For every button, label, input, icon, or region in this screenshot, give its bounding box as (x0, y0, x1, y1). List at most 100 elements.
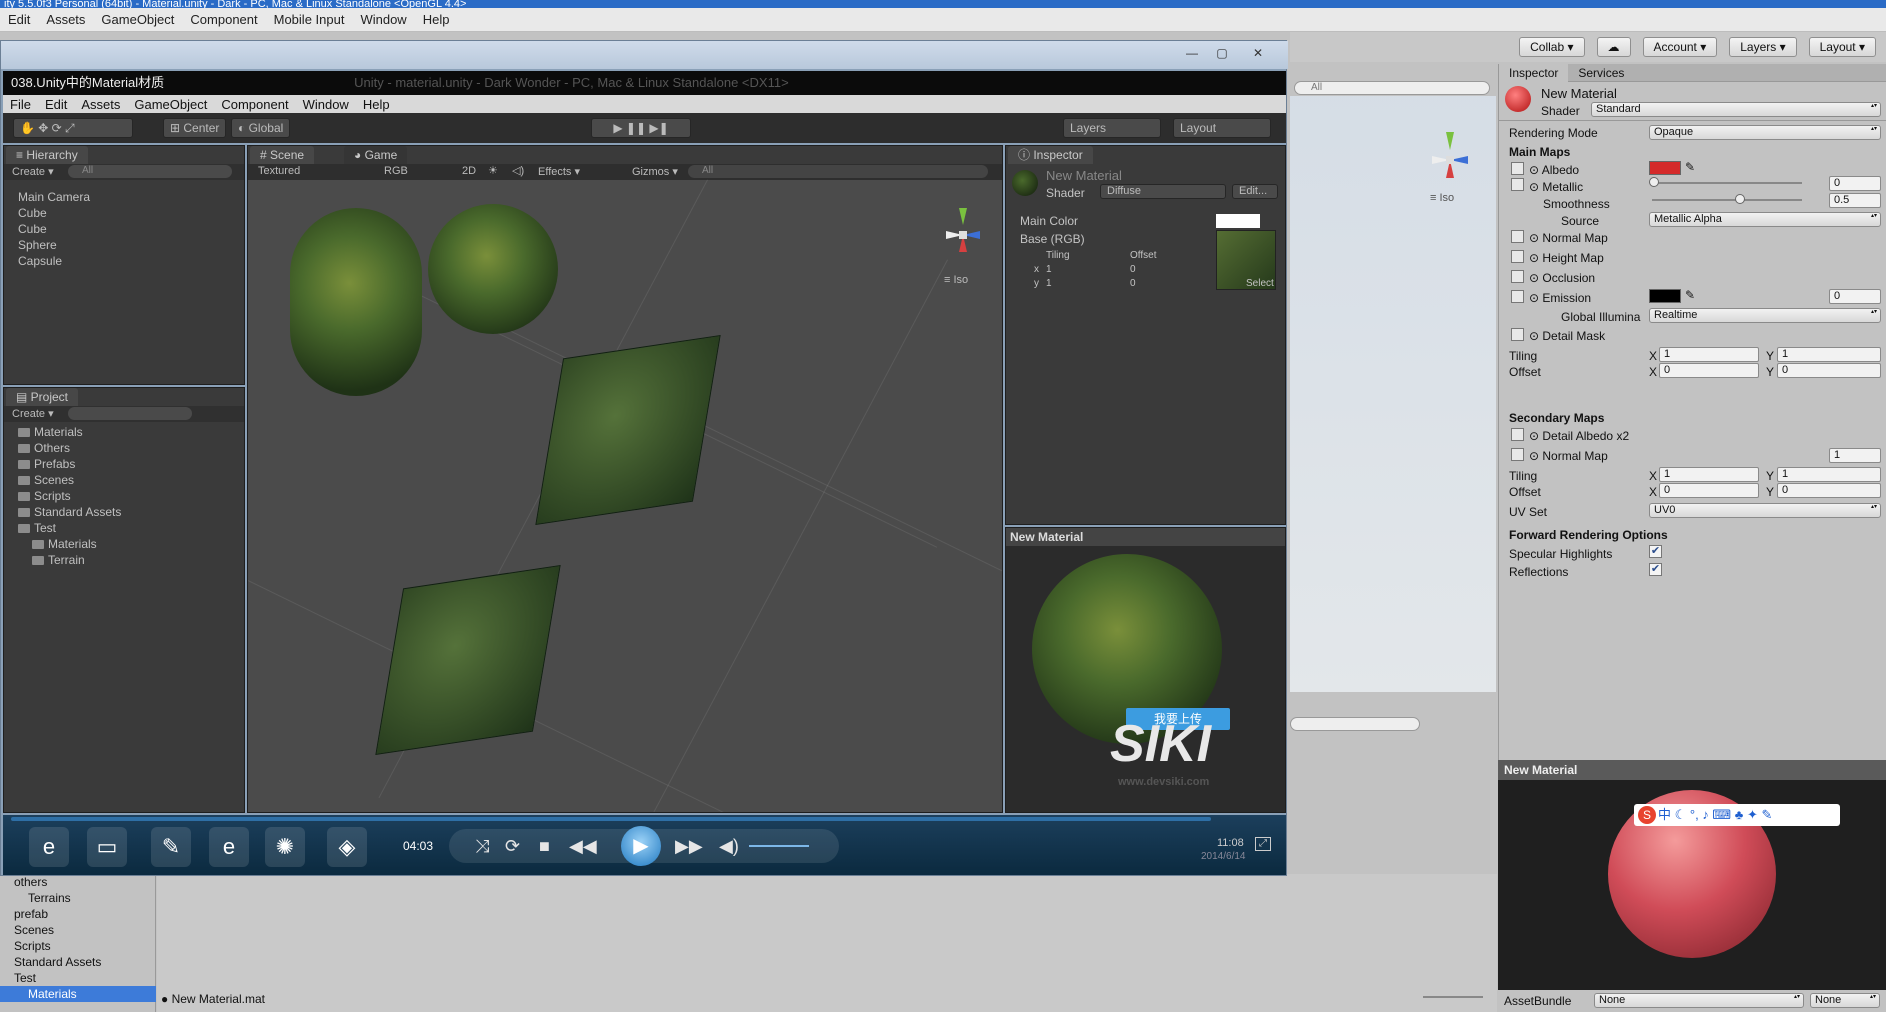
metallic-slider-handle[interactable] (1649, 177, 1659, 187)
occlusion-slot[interactable] (1511, 270, 1524, 283)
smoothness-slider[interactable] (1652, 199, 1802, 201)
pen-icon[interactable]: ✎ (151, 827, 191, 867)
maximize-button[interactable]: ▢ (1211, 46, 1233, 62)
scene-iso-label[interactable]: ≡ Iso (1430, 192, 1454, 204)
center-toggle[interactable]: ⊞ Center (163, 118, 227, 138)
minimize-button[interactable]: — (1181, 46, 1203, 62)
hierarchy-capsule[interactable]: Capsule (18, 254, 62, 268)
vfolder-materials[interactable]: Materials (34, 425, 83, 439)
unity-icon[interactable]: ◈ (327, 827, 367, 867)
play-controls[interactable]: ▶ ❚❚ ▶❚ (591, 118, 691, 138)
tab-services[interactable]: Services (1568, 64, 1634, 82)
assetbundle-variant-dropdown[interactable]: None (1810, 993, 1880, 1008)
folder-prefab[interactable]: prefab (0, 906, 156, 922)
scene-iso-dark[interactable]: ≡ Iso (944, 274, 968, 286)
layers-button[interactable]: Layers ▾ (1729, 37, 1797, 57)
sphere-object[interactable] (428, 204, 558, 334)
vmain-color-swatch[interactable] (1216, 214, 1260, 228)
voffset-y-value[interactable]: 0 (1130, 278, 1136, 289)
vmenu-component[interactable]: Component (214, 97, 295, 112)
vmenu-edit[interactable]: Edit (38, 97, 74, 112)
stop-icon[interactable]: ■ (539, 836, 550, 856)
ime-toolbar[interactable]: 中 ☾ °, ♪ ⌨ ♣ ✦ ✎ (1634, 804, 1840, 826)
emission-value-field[interactable]: 0 (1829, 289, 1881, 304)
scene-gizmo-icon[interactable] (1410, 120, 1490, 200)
collab-button[interactable]: Collab ▾ (1519, 37, 1585, 57)
tab-scene[interactable]: # Scene (250, 146, 315, 164)
tiling-x-field[interactable]: 1 (1659, 347, 1759, 362)
detail-albedo-slot[interactable] (1511, 428, 1524, 441)
scene-search-dark[interactable]: All (688, 165, 988, 178)
shuffle-icon[interactable]: ⤨ (475, 836, 489, 856)
metallic-slider[interactable] (1652, 182, 1802, 184)
scene-textured-dropdown[interactable]: Textured (258, 165, 300, 177)
project-search-dark[interactable] (68, 407, 192, 420)
vmenu-gameobject[interactable]: GameObject (127, 97, 214, 112)
folder-test[interactable]: Test (0, 970, 156, 986)
source-dropdown[interactable]: Metallic Alpha (1649, 212, 1881, 227)
vmenu-help[interactable]: Help (356, 97, 397, 112)
emission-color-swatch[interactable] (1649, 289, 1681, 303)
tiling2-x-field[interactable]: 1 (1659, 467, 1759, 482)
secondary-normal-map-slot[interactable] (1511, 448, 1524, 461)
scene-viewport[interactable]: ≡ Iso (248, 179, 1002, 812)
cube-object-2[interactable] (375, 564, 561, 756)
uv-set-dropdown[interactable]: UV0 (1649, 503, 1881, 518)
reflections-checkbox[interactable]: ✔ (1649, 563, 1662, 576)
volume-slider[interactable] (749, 845, 809, 847)
cloud-button[interactable]: ☁ (1596, 37, 1631, 57)
tiling2-y-field[interactable]: 1 (1777, 467, 1881, 482)
folder-scripts[interactable]: Scripts (0, 938, 156, 954)
previous-icon[interactable]: ◀◀ (569, 836, 597, 856)
vfolder-test-terrain[interactable]: Terrain (48, 553, 85, 567)
browser-icon[interactable]: e (209, 827, 249, 867)
vfolder-test-materials[interactable]: Materials (48, 537, 97, 551)
vfolder-test[interactable]: Test (34, 521, 56, 535)
menu-mobile-input[interactable]: Mobile Input (266, 12, 353, 27)
project-search-input[interactable] (1290, 717, 1420, 731)
hierarchy-main-camera[interactable]: Main Camera (18, 190, 90, 204)
close-button[interactable]: ✕ (1247, 46, 1269, 62)
hierarchy-sphere[interactable]: Sphere (18, 238, 57, 252)
hierarchy-search-input[interactable]: All (68, 165, 232, 178)
folder-icon[interactable]: ▭ (87, 827, 127, 867)
folder-scenes[interactable]: Scenes (0, 922, 156, 938)
albedo-color-swatch[interactable] (1649, 161, 1681, 175)
repeat-icon[interactable]: ⟳ (505, 836, 520, 856)
menu-gameobject[interactable]: GameObject (93, 12, 182, 27)
scene-search-input[interactable]: All (1294, 81, 1490, 95)
albedo-texture-slot[interactable] (1511, 162, 1524, 175)
tab-video-inspector[interactable]: ⓘ Inspector (1008, 146, 1093, 164)
secondary-normal-scale-field[interactable]: 1 (1829, 448, 1881, 463)
account-button[interactable]: Account ▾ (1642, 37, 1718, 57)
sogou-icon[interactable]: S (1638, 806, 1656, 824)
menu-component[interactable]: Component (182, 12, 265, 27)
eyedropper-icon[interactable]: ✎ (1685, 160, 1695, 174)
vshader-edit-button[interactable]: Edit... (1232, 184, 1278, 199)
ie-icon[interactable]: e (29, 827, 69, 867)
project-create-button[interactable]: Create ▾ (12, 407, 54, 420)
vfolder-others[interactable]: Others (34, 441, 70, 455)
vmenu-window[interactable]: Window (296, 97, 356, 112)
tab-hierarchy[interactable]: ≡ Hierarchy (6, 146, 88, 164)
height-map-slot[interactable] (1511, 250, 1524, 263)
scene-gizmos-dropdown[interactable]: Gizmos ▾ (632, 165, 678, 178)
smoothness-slider-handle[interactable] (1735, 194, 1745, 204)
tab-project[interactable]: ▤ Project (6, 388, 79, 406)
tab-inspector[interactable]: Inspector (1499, 63, 1569, 82)
scene-effects-dropdown[interactable]: Effects ▾ (538, 165, 580, 178)
assetbundle-dropdown[interactable]: None (1594, 993, 1804, 1008)
voffset-x-value[interactable]: 0 (1130, 264, 1136, 275)
media-icon[interactable]: ✺ (265, 827, 305, 867)
folder-others[interactable]: others (0, 874, 156, 890)
hierarchy-cube-1[interactable]: Cube (18, 206, 47, 220)
offset-x-field[interactable]: 0 (1659, 363, 1759, 378)
folder-standard-assets[interactable]: Standard Assets (0, 954, 156, 970)
specular-highlights-checkbox[interactable]: ✔ (1649, 545, 1662, 558)
video-progress-bar[interactable] (11, 817, 1211, 821)
vfolder-scenes[interactable]: Scenes (34, 473, 74, 487)
vfolder-scripts[interactable]: Scripts (34, 489, 71, 503)
offset-y-field[interactable]: 0 (1777, 363, 1881, 378)
menu-edit[interactable]: Edit (0, 12, 38, 27)
vshader-dropdown[interactable]: Diffuse (1100, 184, 1226, 199)
